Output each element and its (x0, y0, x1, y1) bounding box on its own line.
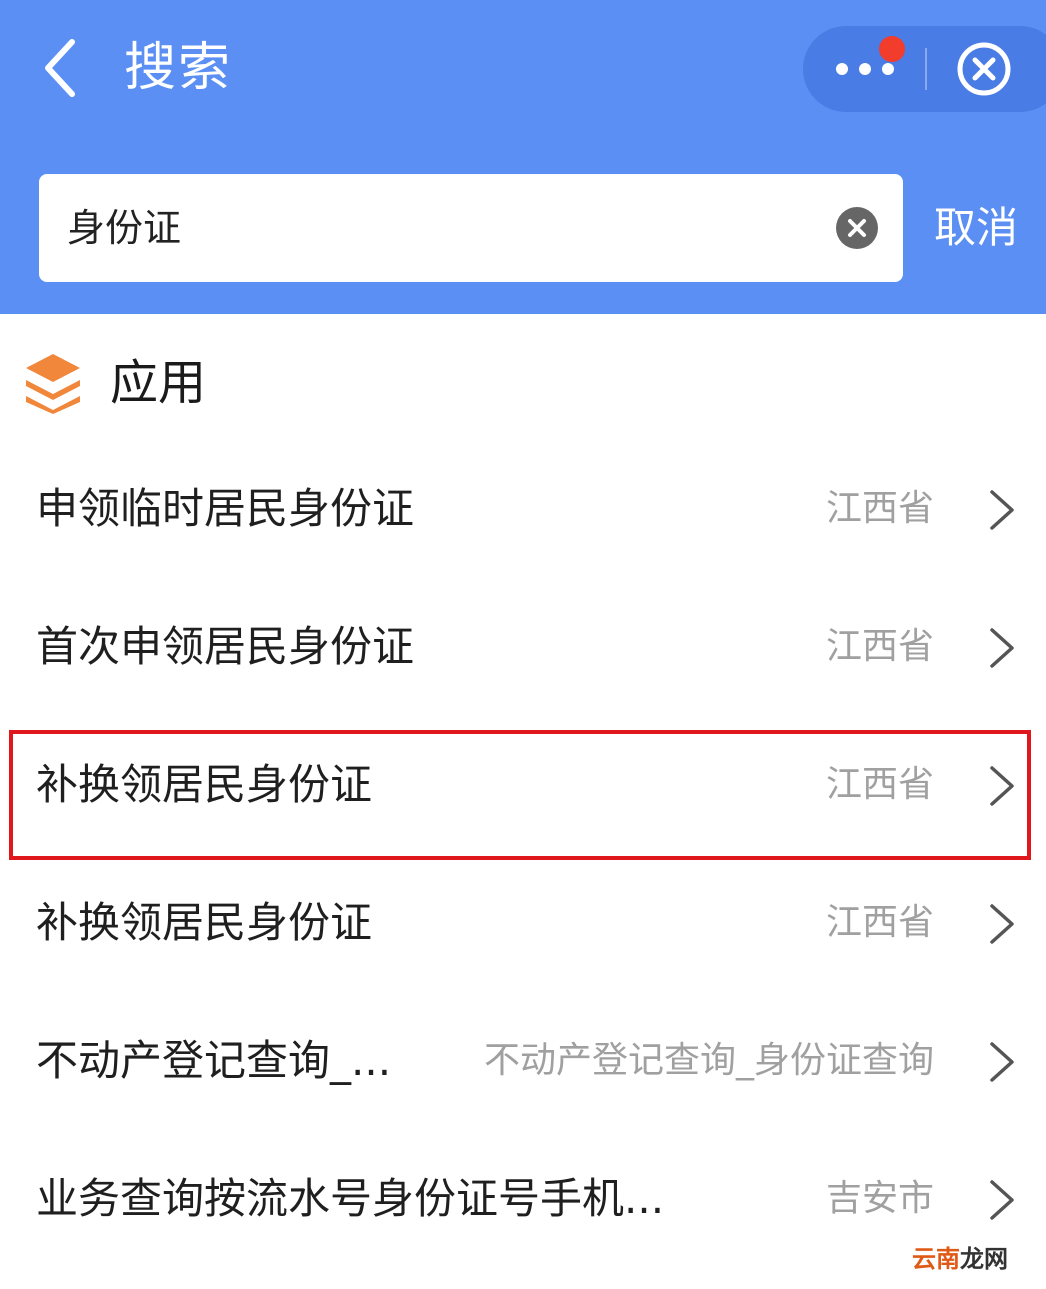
section-header-apps: 应用 (0, 345, 1046, 425)
result-title: 业务查询按流水号身份证号手机... (36, 1174, 665, 1223)
watermark: 云南龙网 (912, 1242, 1008, 1276)
search-input[interactable]: 身份证 (67, 174, 181, 282)
result-item[interactable]: 业务查询按流水号身份证号手机... 吉安市 (0, 1130, 1046, 1268)
cancel-button[interactable]: 取消 (934, 196, 1018, 260)
page-title: 搜索 (124, 38, 233, 98)
watermark-part: 云南 (912, 1245, 960, 1273)
result-item[interactable]: 首次申领居民身份证 江西省 (0, 578, 1046, 716)
result-title: 申领临时居民身份证 (36, 484, 415, 533)
result-region: 江西省 (825, 626, 934, 667)
result-item[interactable]: 不动产登记查询_... 不动产登记查询_身份证查询 (0, 992, 1046, 1130)
watermark-part: 龙网 (960, 1245, 1008, 1273)
clear-circle-icon (848, 219, 866, 237)
result-region: 江西省 (825, 902, 934, 943)
chevron-right-icon (990, 1180, 1014, 1220)
more-dots-icon (836, 63, 894, 75)
more-button[interactable] (803, 26, 927, 112)
chevron-right-icon (990, 490, 1014, 530)
result-item[interactable]: 申领临时居民身份证 江西省 (0, 440, 1046, 578)
clear-search-button[interactable] (836, 207, 878, 249)
close-circle-icon (957, 42, 1011, 96)
result-title: 不动产登记查询_... (36, 1036, 392, 1085)
highlight-box (9, 730, 1031, 860)
mini-program-capsule (803, 26, 1046, 112)
result-title: 首次申领居民身份证 (36, 622, 415, 671)
result-region: 不动产登记查询_身份证查询 (483, 1040, 934, 1081)
chevron-left-icon (45, 39, 75, 97)
back-button[interactable] (28, 30, 92, 106)
close-button[interactable] (955, 40, 1013, 98)
notification-dot (879, 36, 905, 62)
result-item[interactable]: 补换领居民身份证 江西省 (0, 854, 1046, 992)
result-region: 江西省 (825, 488, 934, 529)
result-title: 补换领居民身份证 (36, 898, 373, 947)
chevron-right-icon (990, 904, 1014, 944)
capsule-divider (925, 48, 927, 90)
search-box[interactable]: 身份证 (39, 174, 903, 282)
chevron-right-icon (990, 628, 1014, 668)
layers-icon (26, 354, 80, 414)
top-bar: 搜索 身份证 取消 (0, 0, 1046, 314)
chevron-right-icon (990, 1042, 1014, 1082)
section-title: 应用 (110, 355, 207, 411)
